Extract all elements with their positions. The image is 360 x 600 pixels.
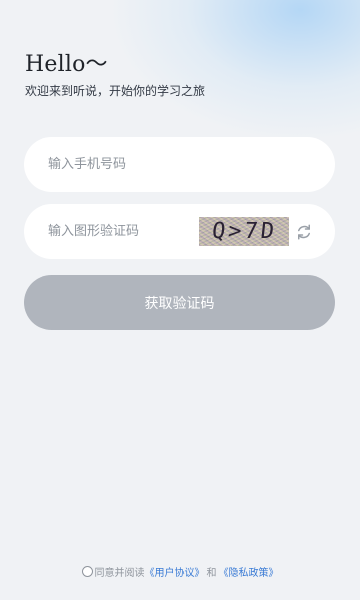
agreement-prefix: 同意并阅读 — [94, 568, 145, 579]
user-agreement-link[interactable]: 《用户协议》 — [145, 564, 205, 579]
phone-field[interactable] — [24, 137, 335, 192]
welcome-subtitle: 欢迎来到听说，开始你的学习之旅 — [25, 84, 206, 98]
refresh-icon[interactable] — [295, 223, 313, 241]
captcha-input[interactable] — [48, 204, 208, 259]
captcha-field[interactable]: Q>7D — [24, 204, 335, 259]
captcha-text: Q>7D — [210, 219, 278, 244]
phone-input[interactable] — [48, 137, 208, 192]
get-code-button[interactable]: 获取验证码 — [24, 275, 335, 330]
privacy-policy-link[interactable]: 《隐私政策》 — [219, 564, 279, 579]
greeting-title: Hello～ — [25, 52, 108, 77]
captcha-image[interactable]: Q>7D — [199, 217, 289, 246]
agreement-and: 和 — [206, 568, 217, 579]
agree-radio[interactable] — [81, 566, 93, 577]
agreement-row: 同意并阅读 《用户协议》 和 《隐私政策》 — [0, 564, 360, 579]
